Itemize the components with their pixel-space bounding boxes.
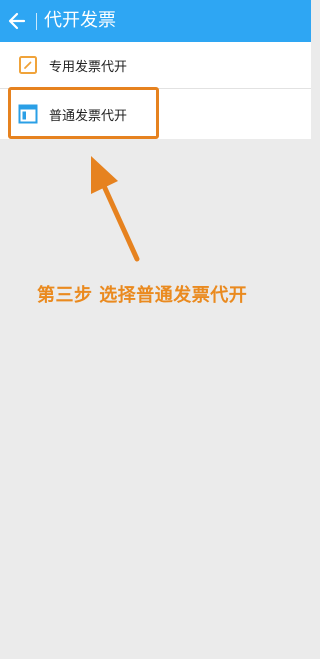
invoice-type-list: 专用发票代开 普通发票代开 <box>0 42 311 139</box>
header-divider <box>36 13 37 30</box>
step-annotation: 第三步 选择普通发票代开 <box>37 285 248 306</box>
edit-document-icon <box>17 54 39 76</box>
page-title: 代开发票 <box>44 10 116 31</box>
list-item-label: 普通发票代开 <box>49 108 128 124</box>
back-arrow-icon <box>8 12 26 30</box>
window-form-icon <box>17 103 39 125</box>
back-button[interactable] <box>0 0 34 42</box>
app-header: 代开发票 <box>0 0 311 42</box>
list-item-label: 专用发票代开 <box>49 59 128 75</box>
list-item-special-invoice[interactable]: 专用发票代开 <box>0 42 311 88</box>
list-item-ordinary-invoice[interactable]: 普通发票代开 <box>0 88 311 139</box>
